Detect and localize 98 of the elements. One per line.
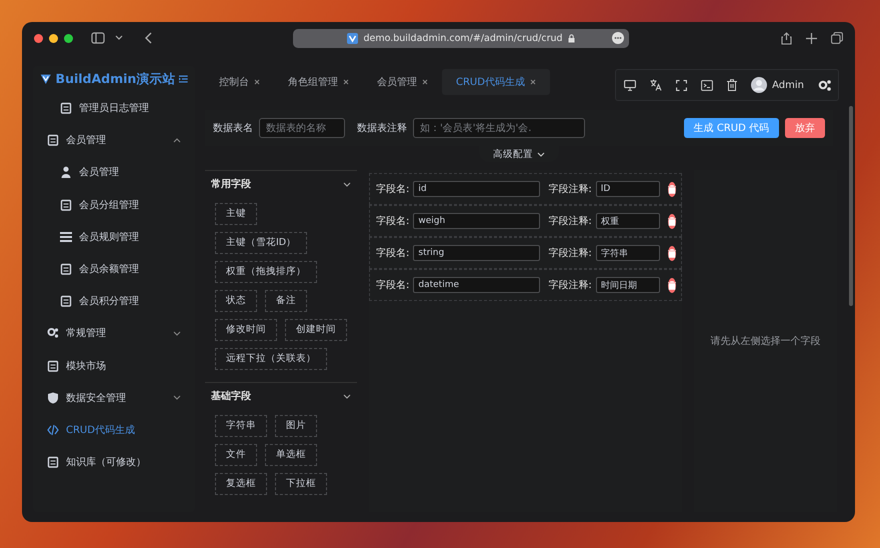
close-window-icon[interactable] [34,34,43,42]
shield-icon [47,392,59,404]
field-label: 字段名: [376,214,410,228]
maximize-window-icon[interactable] [64,34,73,42]
field-comment-input[interactable]: ID [596,181,660,197]
field-type-chip[interactable]: 远程下拉（关联表） [215,348,327,370]
field-comment-input[interactable]: 时间日期 [596,277,660,293]
address-bar[interactable]: demo.buildadmin.com/#/admin/crud/crud [293,28,629,48]
sidebar-item[interactable]: 模块市场 [33,350,195,382]
field-type-chip[interactable]: 字符串 [215,415,267,437]
plus-icon[interactable] [806,32,817,44]
terminal-icon[interactable] [701,80,714,90]
sidebar-item[interactable]: 常规管理 [33,317,195,350]
field-name-input[interactable]: weigh [413,213,540,229]
url-text: demo.buildadmin.com/#/admin/crud/crud [363,32,563,44]
person-icon [60,166,72,178]
share-icon[interactable] [781,32,792,44]
trash-icon[interactable] [727,79,738,91]
delete-button[interactable] [668,278,676,292]
page-tab[interactable]: 会员管理 [363,69,442,95]
field-type-chip[interactable]: 主键 [215,203,257,225]
app-logo-text: BuildAdmin演示站 [56,70,176,88]
field-type-chip[interactable]: 文件 [215,444,257,466]
field-comment-input[interactable]: 字符串 [596,245,660,261]
empty-hint: 请先从左侧选择一个字段 [710,334,820,348]
close-icon[interactable] [530,79,536,85]
field-row[interactable]: 字段名: weigh 字段注释: 权重 [369,205,682,237]
tabs-overview-icon[interactable] [831,32,843,44]
chevron-down-icon [537,152,545,156]
field-type-chip[interactable]: 状态 [215,290,257,312]
field-type-chip[interactable]: 下拉框 [275,473,327,495]
chevron-down-icon[interactable] [115,35,123,41]
list-icon [60,230,72,243]
sidebar-item[interactable]: 会员分组管理 [33,188,195,221]
monitor-icon[interactable] [624,80,636,90]
sidebar-toggle-icon[interactable] [91,32,105,44]
page-tab[interactable]: CRUD代码生成 [442,69,550,95]
sidebar-item[interactable]: 会员管理 [33,124,195,156]
sidebar-item[interactable]: 会员余额管理 [33,252,195,286]
sidebar-item[interactable]: 会员管理 [33,156,195,189]
sidebar-item[interactable]: 会员规则管理 [33,220,195,253]
section-title: 基础字段 [211,389,251,403]
field-type-chip[interactable]: 主键（雪花ID） [215,232,308,254]
user-name[interactable]: Admin [772,80,804,90]
field-comment-input[interactable]: 权重 [596,213,660,229]
lock-icon [568,34,575,42]
close-icon[interactable] [254,79,260,85]
chevron-down-icon[interactable] [343,182,351,186]
more-icon[interactable] [612,32,624,44]
sidebar-item[interactable]: 数据安全管理 [33,382,195,414]
sidebar-item[interactable]: 知识库（可修改） [33,446,195,478]
translate-icon[interactable] [650,79,662,91]
field-label: 字段名: [376,278,410,292]
minimize-window-icon[interactable] [49,34,58,42]
delete-button[interactable] [668,246,676,260]
close-icon[interactable] [343,79,349,85]
field-label: 字段名: [376,182,410,196]
field-label: 字段名: [376,246,410,260]
menu-fold-icon[interactable] [179,74,188,84]
section-title: 常用字段 [211,177,251,191]
field-label: 字段注释: [548,182,592,196]
field-label: 字段注释: [548,278,592,292]
field-type-chip[interactable]: 修改时间 [215,319,277,341]
field-row[interactable]: 字段名: id 字段注释: ID [369,173,682,205]
field-name-input[interactable]: string [413,245,540,261]
clipboard-icon [60,102,72,114]
code-icon [47,424,59,436]
field-label: 数据表名 [213,122,253,135]
back-icon[interactable] [145,32,153,44]
field-type-chip[interactable]: 单选框 [265,444,317,466]
avatar-icon[interactable] [751,77,768,93]
delete-button[interactable] [668,182,676,196]
field-label: 数据表注释 [357,122,407,135]
field-row[interactable]: 字段名: string 字段注释: 字符串 [369,237,682,269]
close-icon[interactable] [422,79,428,85]
fullscreen-icon[interactable] [676,80,688,90]
sidebar-item[interactable]: 会员积分管理 [33,285,195,318]
table-comment-input[interactable]: 如：'会员表'将生成为'会. [413,118,585,138]
page-tab[interactable]: 控制台 [205,69,274,95]
table-name-input[interactable]: 数据表的名称 [259,118,345,138]
field-name-input[interactable]: id [413,181,540,197]
site-shield-icon [347,32,358,44]
page-tab[interactable]: 角色组管理 [274,69,363,95]
field-name-input[interactable]: datetime [413,277,540,293]
field-type-chip[interactable]: 复选框 [215,473,267,495]
sidebar-item[interactable]: 管理员日志管理 [33,92,195,124]
field-label: 字段注释: [548,246,592,260]
delete-button[interactable] [668,214,676,228]
field-type-chip[interactable]: 权重（拖拽排序） [215,261,317,283]
chevron-down-icon[interactable] [343,394,351,398]
gears-icon [47,327,59,340]
sidebar-item[interactable]: CRUD代码生成 [33,414,195,446]
field-row[interactable]: 字段名: datetime 字段注释: 时间日期 [369,269,682,301]
field-type-chip[interactable]: 创建时间 [285,319,347,341]
settings-icon[interactable] [818,78,832,92]
field-type-chip[interactable]: 备注 [265,290,307,312]
field-label: 字段注释: [548,214,592,228]
field-type-chip[interactable]: 图片 [275,415,317,437]
